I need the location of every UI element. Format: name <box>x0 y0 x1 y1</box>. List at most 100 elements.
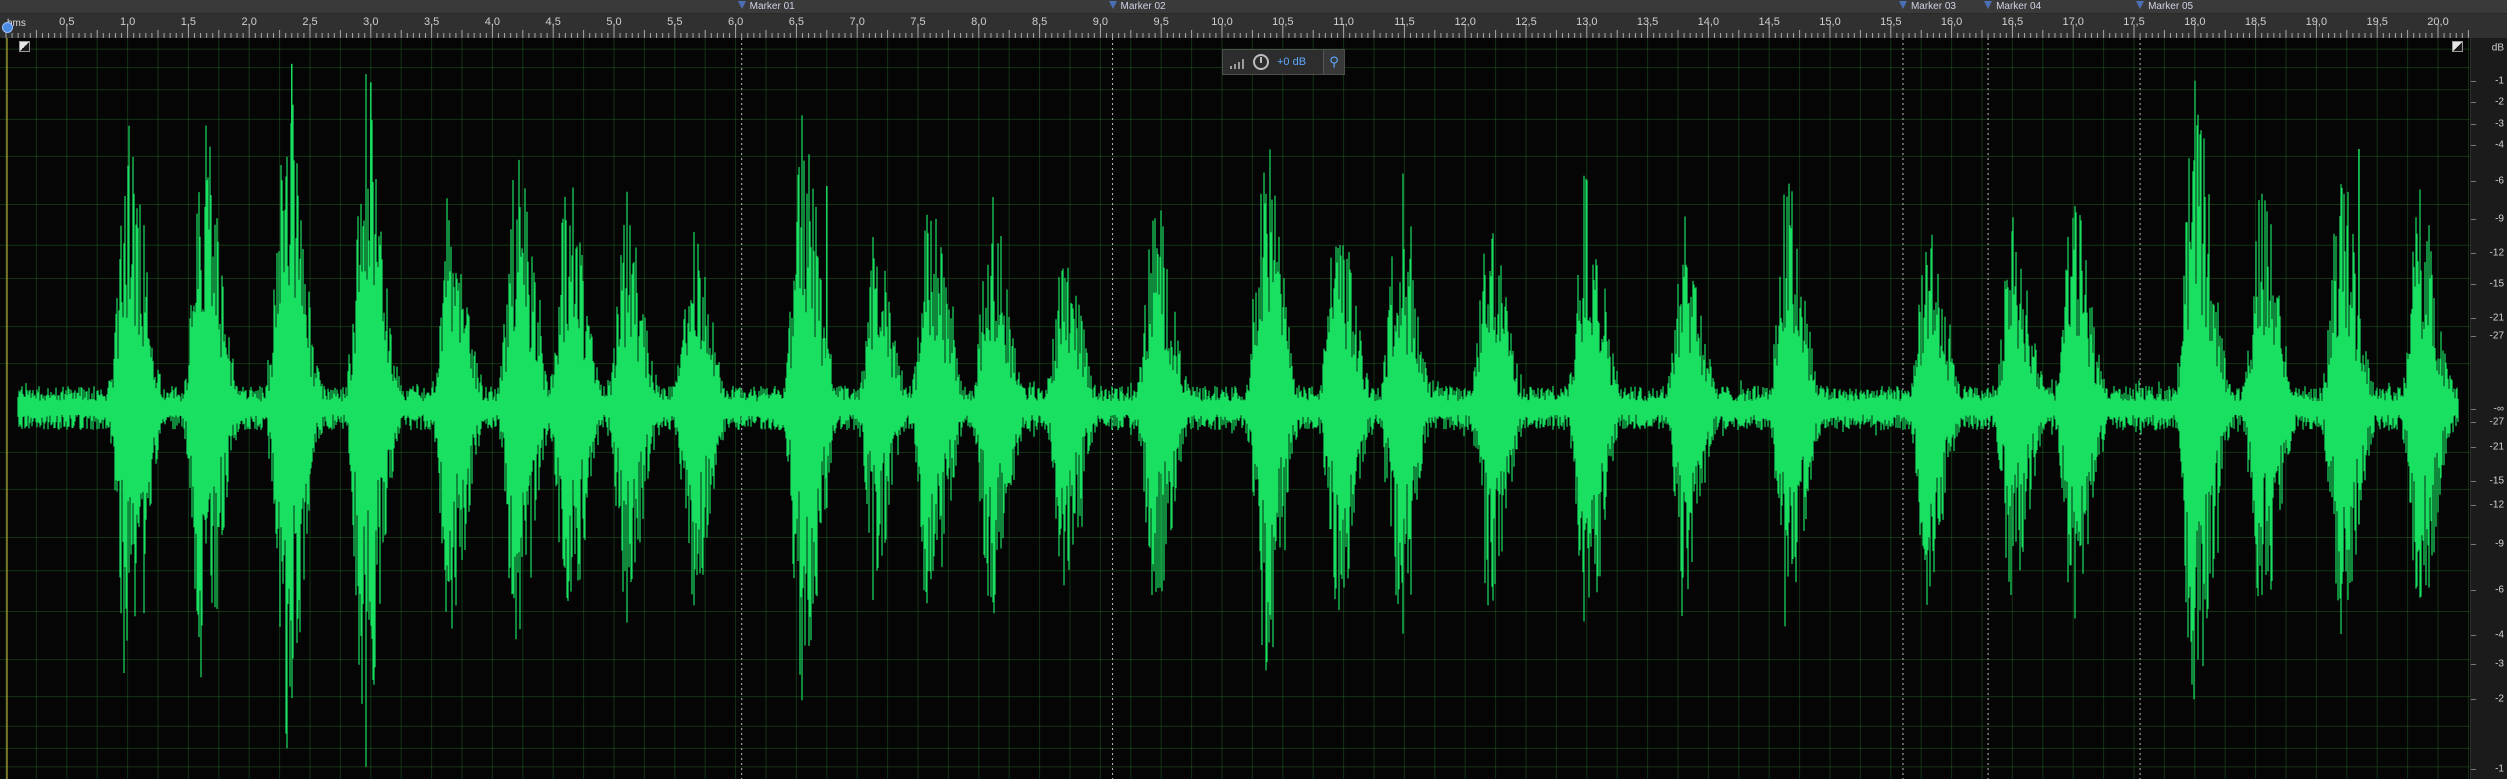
marker-label: Marker 02 <box>1120 1 1166 12</box>
db-scale-label: -4 <box>2495 139 2504 151</box>
ruler-tick-label: 9,0 <box>1092 16 1109 28</box>
db-scale-tick <box>2471 284 2476 285</box>
ruler-tick-label: 13,5 <box>1636 16 1659 28</box>
db-scale-label: -1 <box>2495 763 2504 775</box>
db-scale-tick <box>2471 505 2476 506</box>
ruler-tick-label: 19,0 <box>2305 16 2328 28</box>
db-scale-label: -4 <box>2495 629 2504 641</box>
db-scale-tick <box>2471 81 2476 82</box>
ruler-tick-label: 8,5 <box>1031 16 1048 28</box>
ruler-tick-label: 6,0 <box>727 16 744 28</box>
ruler-tick-label: 2,5 <box>302 16 318 28</box>
waveform-display[interactable] <box>0 38 2470 779</box>
db-scale-label: -9 <box>2495 538 2504 550</box>
ruler-tick-label: 7,5 <box>910 16 926 28</box>
ruler-tick-label: 20,0 <box>2427 16 2449 28</box>
db-scale-tick <box>2471 544 2476 545</box>
db-scale-label: -9 <box>2495 213 2504 225</box>
ruler-tick-label: 14,5 <box>1758 16 1780 28</box>
db-scale-label: -12 <box>2489 499 2504 511</box>
db-scale-tick <box>2471 409 2476 410</box>
marker-label: Marker 03 <box>1910 1 1956 12</box>
marker-label: Marker 04 <box>1996 1 2042 12</box>
pin-icon[interactable]: ⚲ <box>1323 50 1344 74</box>
db-scale-tick <box>2471 590 2476 591</box>
ruler-tick-label: 15,5 <box>1880 16 1902 28</box>
db-scale-label: -2 <box>2495 693 2504 705</box>
db-unit-label: dB <box>2491 42 2504 54</box>
db-scale-label: -2 <box>2495 96 2504 108</box>
db-scale-label: -3 <box>2495 118 2504 130</box>
db-scale-tick <box>2471 124 2476 125</box>
db-scale-label: -6 <box>2495 175 2504 187</box>
ruler-tick-label: 17,0 <box>2062 16 2084 28</box>
ruler-tick-label: 9,5 <box>1153 16 1169 28</box>
db-scale-tick <box>2471 181 2476 182</box>
amplitude-scale: dB -1 -2 -3 -4 -6 -9 -12 -15 -21 -27 -∞ -27 -21 -15 -1… <box>2470 38 2507 779</box>
waveform-canvas <box>0 38 2470 779</box>
db-scale-tick <box>2471 318 2476 319</box>
waveform-trace <box>17 74 2459 767</box>
time-ruler[interactable]: hms 0,5 1,0 1,5 2,0 2,5 3,0 3,5 4,0 4,5 5,0 5,5 6,0… <box>0 14 2507 39</box>
playhead-handle[interactable] <box>2 22 13 33</box>
marker-pin-icon[interactable] <box>1898 1 1907 9</box>
hud-volume-value: +0 dB <box>1277 56 1307 68</box>
ruler-tick-label: 4,0 <box>484 16 501 28</box>
ruler-tick-label: 19,5 <box>2366 16 2388 28</box>
marker-pin-icon[interactable] <box>2136 1 2145 9</box>
db-scale-label: -∞ <box>2493 403 2504 415</box>
ruler-tick-label: 3,5 <box>423 16 440 28</box>
ruler-tick-label: 2,0 <box>241 16 257 28</box>
db-scale-tick <box>2471 253 2476 254</box>
db-scale-tick <box>2471 102 2476 103</box>
ruler-tick-label: 18,0 <box>2184 16 2206 28</box>
db-scale-label: -27 <box>2489 330 2504 342</box>
ruler-tick-label: 3,0 <box>363 16 379 28</box>
db-scale-tick <box>2471 219 2476 220</box>
view-toggle-icon[interactable] <box>19 41 30 52</box>
db-scale-label: -21 <box>2489 312 2504 324</box>
ruler-tick-label: 4,5 <box>545 16 561 28</box>
marker-label: Marker 01 <box>749 1 795 12</box>
ruler-tick-label: 15,0 <box>1819 16 1841 28</box>
ruler-tick-label: 17,5 <box>2123 16 2145 28</box>
db-scale-tick <box>2471 447 2476 448</box>
db-scale-label: -6 <box>2495 584 2504 596</box>
db-scale-label: -3 <box>2495 658 2504 670</box>
ruler-tick-label: 11,5 <box>1394 16 1415 28</box>
ruler-tick-label: 18,5 <box>2244 16 2267 28</box>
db-scale-tick <box>2471 336 2476 337</box>
marker-pin-icon[interactable] <box>1984 1 1993 9</box>
db-scale-tick <box>2471 664 2476 665</box>
hud-volume-control[interactable]: +0 dB ⚲ <box>1222 49 1345 75</box>
ruler-tick-label: 13,0 <box>1576 16 1598 28</box>
ruler-tick-label: 10,0 <box>1211 16 1233 28</box>
ruler-tick-label: 16,0 <box>1940 16 1963 28</box>
expand-view-icon[interactable] <box>2452 41 2463 52</box>
ruler-tick-label: 11,0 <box>1333 16 1354 28</box>
volume-knob-icon[interactable] <box>1253 54 1269 70</box>
marker-label: Marker 05 <box>2148 1 2194 12</box>
ruler-tick-label: 7,0 <box>849 16 865 28</box>
ruler-tick-label: 5,0 <box>606 16 622 28</box>
ruler-tick-label: 0,5 <box>59 16 75 28</box>
marker-pin-icon[interactable] <box>737 1 746 9</box>
db-scale-tick <box>2471 699 2476 700</box>
db-scale-tick <box>2471 481 2476 482</box>
ruler-tick-label: 10,5 <box>1272 16 1294 28</box>
ruler-tick-label: 8,0 <box>971 16 987 28</box>
ruler-tick-label: 1,5 <box>180 16 197 28</box>
ruler-tick-label: 14,0 <box>1697 16 1720 28</box>
db-scale-tick <box>2471 422 2476 423</box>
ruler-tick-label: 12,0 <box>1454 16 1476 28</box>
ruler-tick-label: 6,5 <box>788 16 805 28</box>
db-scale-label: -12 <box>2489 247 2504 259</box>
db-scale-label: -27 <box>2489 416 2504 428</box>
db-scale-label: -21 <box>2489 441 2504 453</box>
ruler-tick-label: 5,5 <box>667 16 683 28</box>
db-scale-tick <box>2471 769 2476 770</box>
marker-bar: Marker 01 Marker 02 Marker 03 Marker 04 Mark… <box>0 0 2507 14</box>
db-scale-label: -15 <box>2489 475 2504 487</box>
db-scale-tick <box>2471 145 2476 146</box>
marker-pin-icon[interactable] <box>1108 1 1117 9</box>
